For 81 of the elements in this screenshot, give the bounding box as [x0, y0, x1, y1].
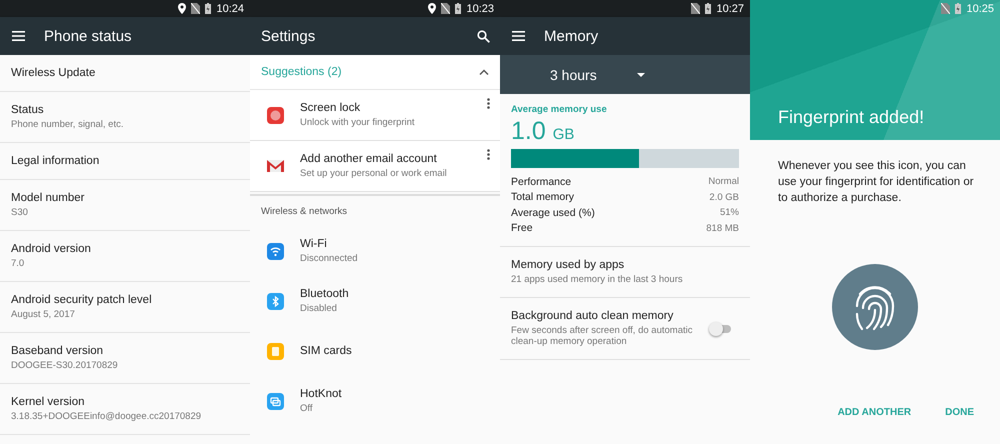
item-summary: August 5, 2017: [11, 309, 76, 320]
description-text: Whenever you see this icon, you can use your fingerprint for identification or to authorize a purchase.: [778, 159, 975, 206]
toggle-switch[interactable]: [709, 322, 733, 336]
app-bar-title: Phone status: [44, 28, 132, 44]
suggestion-card[interactable]: Screen lock Unlock with your fingerprint: [250, 90, 500, 141]
item-title: Baseband version: [11, 345, 104, 357]
stat-value: 2.0 GB: [709, 192, 739, 203]
stat-value: Normal: [708, 176, 739, 188]
suggestions-title: Suggestions (2): [261, 66, 342, 78]
battery-icon: [705, 3, 712, 14]
item-summary: Phone number, signal, etc.: [11, 119, 124, 130]
stat-label: Free: [511, 222, 533, 234]
item-title: Screen lock: [300, 102, 362, 114]
stat-label: Total memory: [511, 191, 574, 204]
item-title: Model number: [11, 192, 86, 204]
item-title: Add another email account: [300, 153, 438, 165]
item-summary: Disabled: [300, 303, 338, 314]
item-summary: DOOGEE-S30.20170829: [11, 360, 119, 371]
item-title: Memory used by apps: [511, 259, 626, 271]
item-summary: 21 apps used memory in the last 3 hours: [511, 274, 684, 285]
status-time: 10:24: [216, 2, 244, 14]
no-sim-icon: [191, 3, 200, 14]
settings-item[interactable]: Bluetooth Disabled: [250, 276, 500, 326]
item-title: Android version: [11, 243, 92, 255]
mail-icon: [266, 160, 284, 172]
item-title: Bluetooth: [300, 288, 349, 300]
battery-icon: [455, 3, 462, 14]
fingerprint-icon: [832, 264, 918, 350]
item-summary: Disconnected: [300, 253, 358, 264]
average-label: Average memory use: [511, 104, 608, 115]
sim-card-icon: [266, 342, 284, 360]
item-title: HotKnot: [300, 388, 342, 400]
overlapping-windows-icon: [266, 392, 284, 410]
item-title: Wireless Update: [11, 67, 96, 79]
item-summary: 3.18.35+DOOGEEinfo@doogee.cc20170829: [11, 411, 202, 422]
item-summary: S30: [11, 207, 29, 218]
battery-icon: [955, 3, 962, 14]
item-summary: Off: [300, 403, 314, 414]
app-bar-title: Memory: [544, 28, 598, 44]
stat-value: 51%: [720, 207, 739, 218]
average-value: 1.0 GB: [511, 117, 576, 146]
stat-label: Average used (%): [511, 206, 595, 219]
period-dropdown[interactable]: 3 hours: [500, 55, 750, 94]
screen-title: Fingerprint added!: [778, 107, 924, 128]
item-title: Kernel version: [11, 396, 86, 408]
item-title: Legal information: [11, 155, 100, 167]
item-summary: Few seconds after screen off, do automatic clean-up memory operation: [511, 325, 694, 347]
battery-icon: [205, 3, 212, 14]
app-bar-title: Settings: [261, 28, 316, 44]
item-summary: 7.0: [11, 258, 26, 269]
suggestion-card[interactable]: Add another email account Set up your personal or work email: [250, 141, 500, 192]
status-time: 10:25: [966, 2, 994, 14]
no-sim-icon: [691, 3, 700, 14]
location-icon: [428, 3, 436, 14]
item-title: Android security patch level: [11, 294, 153, 306]
item-title: Status: [11, 104, 45, 116]
wifi-icon: [266, 242, 284, 260]
more-options-icon[interactable]: [487, 149, 490, 160]
menu-icon[interactable]: [12, 31, 25, 41]
stat-label: Performance: [511, 176, 572, 188]
settings-item[interactable]: HotKnot Off: [250, 376, 500, 426]
settings-item[interactable]: SIM cards: [250, 326, 500, 376]
bluetooth-icon: [266, 292, 284, 310]
chevron-up-icon[interactable]: [479, 69, 489, 75]
item-title: Wi-Fi: [300, 238, 328, 250]
item-title: Background auto clean memory: [511, 310, 674, 322]
search-icon[interactable]: [477, 30, 490, 42]
item-title: SIM cards: [300, 345, 352, 357]
no-sim-icon: [941, 3, 950, 14]
location-icon: [178, 3, 186, 14]
item-summary: Unlock with your fingerprint: [300, 117, 415, 128]
menu-icon[interactable]: [512, 31, 525, 41]
more-options-icon[interactable]: [487, 98, 490, 109]
dropdown-arrow-icon: [636, 72, 645, 76]
settings-item[interactable]: Wi-Fi Disconnected: [250, 226, 500, 276]
status-time: 10:23: [466, 2, 494, 14]
item-summary: Set up your personal or work email: [300, 168, 447, 179]
fingerprint-lock-icon: [266, 106, 284, 124]
stat-value: 818 MB: [706, 222, 739, 234]
status-time: 10:27: [716, 2, 744, 14]
no-sim-icon: [441, 3, 450, 14]
